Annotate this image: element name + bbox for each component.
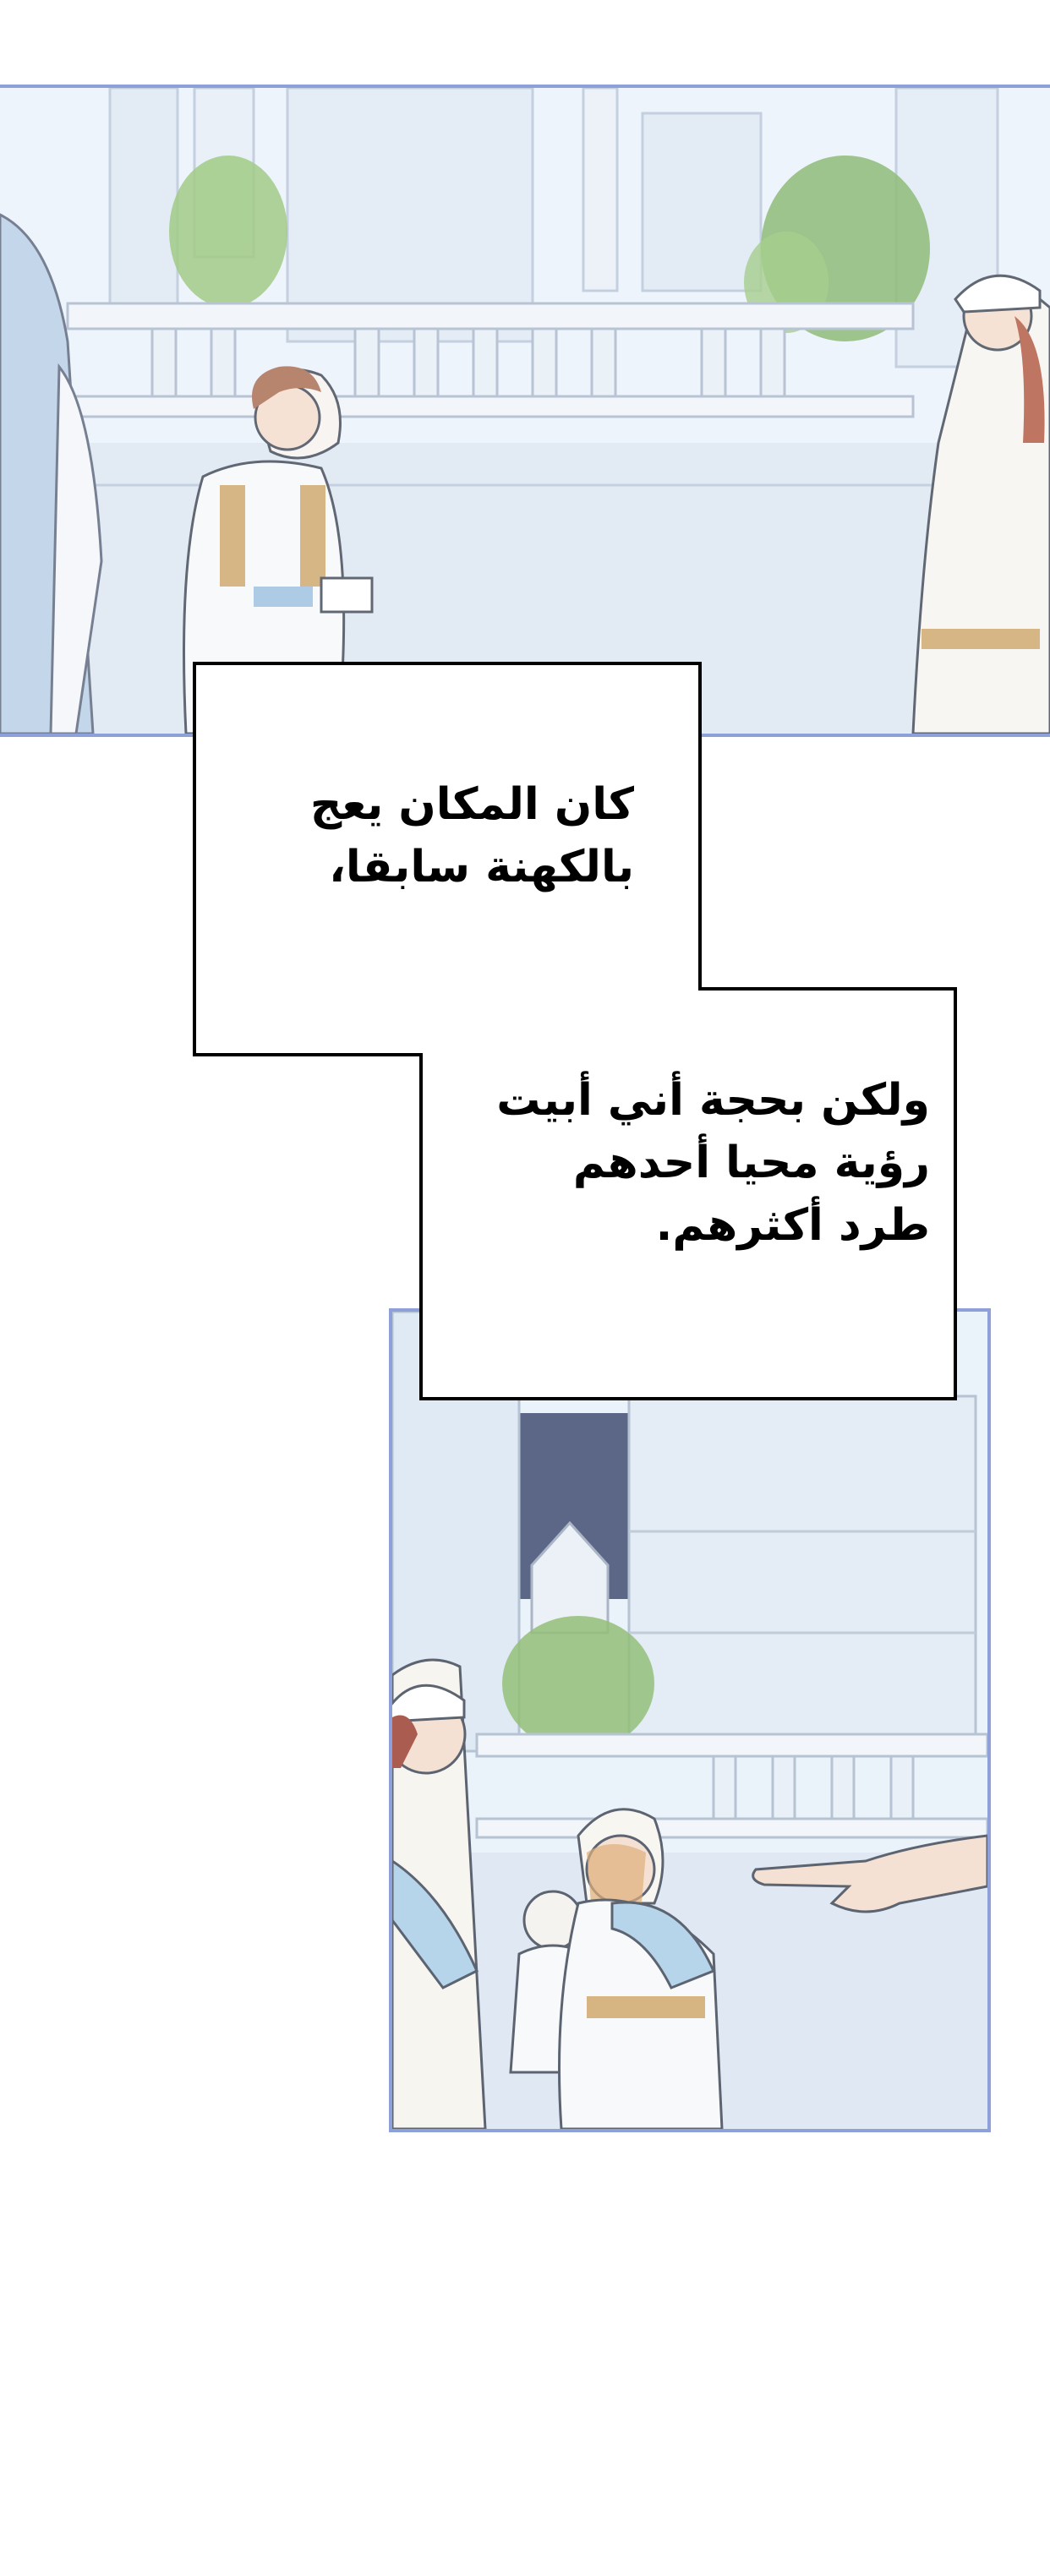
courtyard-panel xyxy=(0,85,1050,737)
caption-line: بالكهنة سابقا، xyxy=(329,842,634,892)
caption-text-lower: ولكن بحجة أني أبيت رؤية محيا أحدهم طرد أ… xyxy=(440,1069,930,1257)
caption-text-upper: كان المكان يعج بالكهنة سابقا، xyxy=(211,773,634,898)
caption-line: طرد أكثرهم. xyxy=(655,1200,930,1251)
priests-illustration xyxy=(392,1312,987,2129)
priests-panel xyxy=(389,1308,991,2132)
caption-line: رؤية محيا أحدهم xyxy=(572,1138,930,1188)
caption-line: ولكن بحجة أني أبيت xyxy=(496,1075,930,1126)
caption-line: كان المكان يعج xyxy=(309,779,634,830)
courtyard-illustration xyxy=(0,88,1050,734)
